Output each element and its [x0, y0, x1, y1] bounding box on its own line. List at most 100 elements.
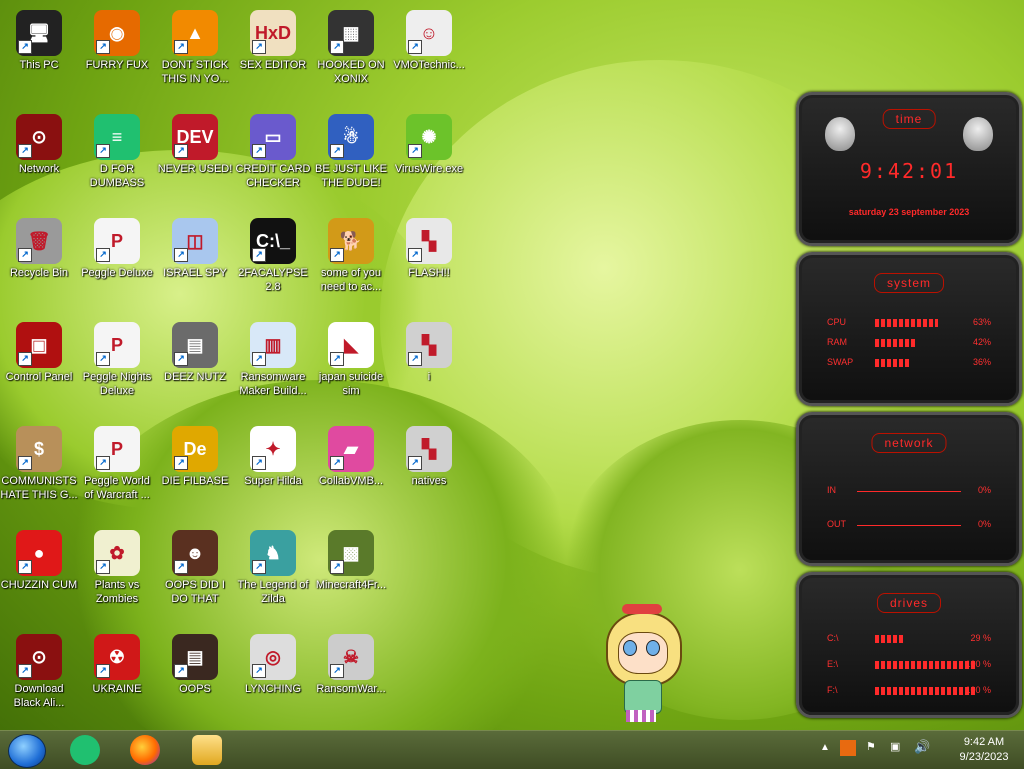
desktop-icon-image: ✺ — [406, 114, 452, 160]
desktop-icon-label: Peggle Deluxe — [81, 267, 153, 279]
desktop-icon[interactable]: P Peggle Deluxe — [78, 212, 156, 312]
desktop-icon[interactable]: ◎ LYNCHING — [234, 628, 312, 728]
network-icon[interactable]: ▣ — [890, 740, 900, 753]
desktop-icon[interactable]: ✺ VirusWire.exe — [390, 108, 468, 208]
desktop-icon-image: P — [94, 218, 140, 264]
desktop-icon[interactable]: ≡ D FOR DUMBASS — [78, 108, 156, 208]
desktop-icon[interactable]: ☻ OOPS DID I DO THAT — [156, 524, 234, 624]
notes-app-taskbar-icon[interactable] — [70, 735, 100, 765]
tray-app-icon[interactable] — [840, 740, 856, 756]
network-in-graph — [857, 491, 961, 492]
desktop-icon[interactable]: C:\_ 2FACALYPSE 2.8 — [234, 212, 312, 312]
desktop-icon-label: Control Panel — [5, 371, 73, 383]
shortcut-arrow-icon — [96, 560, 110, 574]
desktop-icon[interactable]: ♞ The Legend of Zilda — [234, 524, 312, 624]
desktop-icon[interactable]: ✿ Plants vs Zombies — [78, 524, 156, 624]
drive-row-pct: 100 % — [965, 659, 991, 669]
taskbar-clock[interactable]: 9:42 AM 9/23/2023 — [954, 735, 1014, 765]
drive-row-bar — [875, 687, 975, 695]
desktop-icon-label: some of you need to ac... — [320, 267, 382, 293]
desktop-icon[interactable]: ✦ Super Hilda — [234, 420, 312, 520]
shortcut-arrow-icon — [330, 352, 344, 366]
desktop-icon-label: FURRY FUX — [85, 59, 149, 71]
desktop-icon[interactable]: 🗑 Recycle Bin — [0, 212, 78, 312]
desktop-icon[interactable]: ▥ Ransomware Maker Build... — [234, 316, 312, 416]
system-tray: ▲ ⚑ ▣ 🔊 9:42 AM 9/23/2023 — [814, 731, 1024, 769]
desktop-icon[interactable]: ◣ japan suicide sim — [312, 316, 390, 416]
firefox-taskbar-icon[interactable] — [130, 735, 160, 765]
time-panel: time 9:42:01 saturday 23 september 2023 — [796, 92, 1022, 246]
desktop-icon-image: ▰ — [328, 426, 374, 472]
desktop-icon[interactable]: ▦ HOOKED ON XONIX — [312, 4, 390, 104]
desktop-icon-label: CollabVMB... — [318, 475, 384, 487]
desktop-icon[interactable]: ▭ CREDIT CARD CHECKER — [234, 108, 312, 208]
desktop-icon-label: ISRAEL SPY — [163, 267, 227, 279]
desktop-icon[interactable]: $ COMMUNISTS HATE THIS G... — [0, 420, 78, 520]
desktop-icon-label: Network — [18, 163, 60, 175]
desktop-icon[interactable]: ☃ BE JUST LIKE THE DUDE! — [312, 108, 390, 208]
shortcut-arrow-icon — [96, 144, 110, 158]
desktop-icon[interactable]: ☺ VMOTechnic... — [390, 4, 468, 104]
system-row-label: SWAP — [827, 357, 854, 367]
shortcut-arrow-icon — [18, 144, 32, 158]
file-explorer-taskbar-icon[interactable] — [192, 735, 222, 765]
desktop-icon[interactable]: ▰ CollabVMB... — [312, 420, 390, 520]
desktop-icon-label: DEEZ NUTZ — [164, 371, 226, 383]
shortcut-arrow-icon — [174, 352, 188, 366]
shortcut-arrow-icon — [18, 352, 32, 366]
system-row-pct: 42% — [972, 337, 991, 347]
desktop-icon-image: ▚ — [406, 218, 452, 264]
desktop-icon[interactable]: 🖥 This PC — [0, 4, 78, 104]
shortcut-arrow-icon — [18, 456, 32, 470]
drive-row-pct: 100 % — [965, 685, 991, 695]
desktop-icon[interactable]: ▚i — [390, 316, 468, 416]
volume-icon[interactable]: 🔊 — [914, 739, 930, 755]
shortcut-arrow-icon — [252, 144, 266, 158]
start-button[interactable] — [8, 734, 46, 768]
desktop-icon[interactable]: P Peggle Nights Deluxe — [78, 316, 156, 416]
desktop-icon-label: Plants vs Zombies — [94, 579, 140, 605]
drive-row: F:\ 100 % — [827, 685, 991, 699]
desktop-icon-label: CHUZZIN CUM — [0, 579, 78, 591]
flag-icon[interactable]: ⚑ — [866, 740, 876, 753]
desktop-icon[interactable]: ☢ UKRAINE — [78, 628, 156, 728]
desktop-icon[interactable]: ▚ FLASH!! — [390, 212, 468, 312]
desktop-icon[interactable]: ◫ ISRAEL SPY — [156, 212, 234, 312]
desktop-icon-image: 🗑 — [16, 218, 62, 264]
shortcut-arrow-icon — [96, 664, 110, 678]
desktop-icon[interactable]: ◉ FURRY FUX — [78, 4, 156, 104]
desktop-icon[interactable]: HxD SEX EDITOR — [234, 4, 312, 104]
desktop-icon[interactable]: ● CHUZZIN CUM — [0, 524, 78, 624]
desktop-icon[interactable]: ▣ Control Panel — [0, 316, 78, 416]
desktop-icon[interactable]: ☠ RansomWar... — [312, 628, 390, 728]
desktop-icon-image: P — [94, 322, 140, 368]
drive-row-label: F:\ — [827, 685, 838, 695]
desktop-icon[interactable]: ⊙ Download Black Ali... — [0, 628, 78, 728]
shortcut-arrow-icon — [330, 248, 344, 262]
desktop-icon[interactable]: 🐕 some of you need to ac... — [312, 212, 390, 312]
desktop-icon[interactable]: ▤ DEEZ NUTZ — [156, 316, 234, 416]
shortcut-arrow-icon — [330, 560, 344, 574]
desktop-icon[interactable]: ▚ natives — [390, 420, 468, 520]
shortcut-arrow-icon — [330, 40, 344, 54]
desktop-icon-image: ◫ — [172, 218, 218, 264]
desktop-icon-image: ☠ — [328, 634, 374, 680]
desktop-icon[interactable]: P Peggle World of Warcraft ... — [78, 420, 156, 520]
network-in-label: IN — [827, 485, 836, 495]
desktop-icon-label: OOPS — [179, 683, 211, 695]
network-in-pct: 0% — [977, 485, 991, 495]
desktop-icon[interactable]: ▩ Minecraft4Fr... — [312, 524, 390, 624]
desktop-icon[interactable]: DEV NEVER USED! — [156, 108, 234, 208]
desktop-icon-label: japan suicide sim — [318, 371, 384, 397]
desktop-icon-image: ♞ — [250, 530, 296, 576]
desktop-icon[interactable]: De DIE FILBASE — [156, 420, 234, 520]
clock-date: 9/23/2023 — [959, 751, 1009, 763]
desktop-icon[interactable]: ▲ DONT STICK THIS IN YO... — [156, 4, 234, 104]
desktop-icon[interactable]: ▤ OOPS — [156, 628, 234, 728]
show-hidden-icons-icon[interactable]: ▲ — [820, 742, 830, 753]
network-out-row: OUT 0% — [827, 519, 991, 533]
system-monitor-gadget[interactable]: time 9:42:01 saturday 23 september 2023 … — [792, 92, 1024, 718]
desktop-icon[interactable]: ⊙ Network — [0, 108, 78, 208]
shortcut-arrow-icon — [18, 248, 32, 262]
drive-row: E:\ 100 % — [827, 659, 991, 673]
